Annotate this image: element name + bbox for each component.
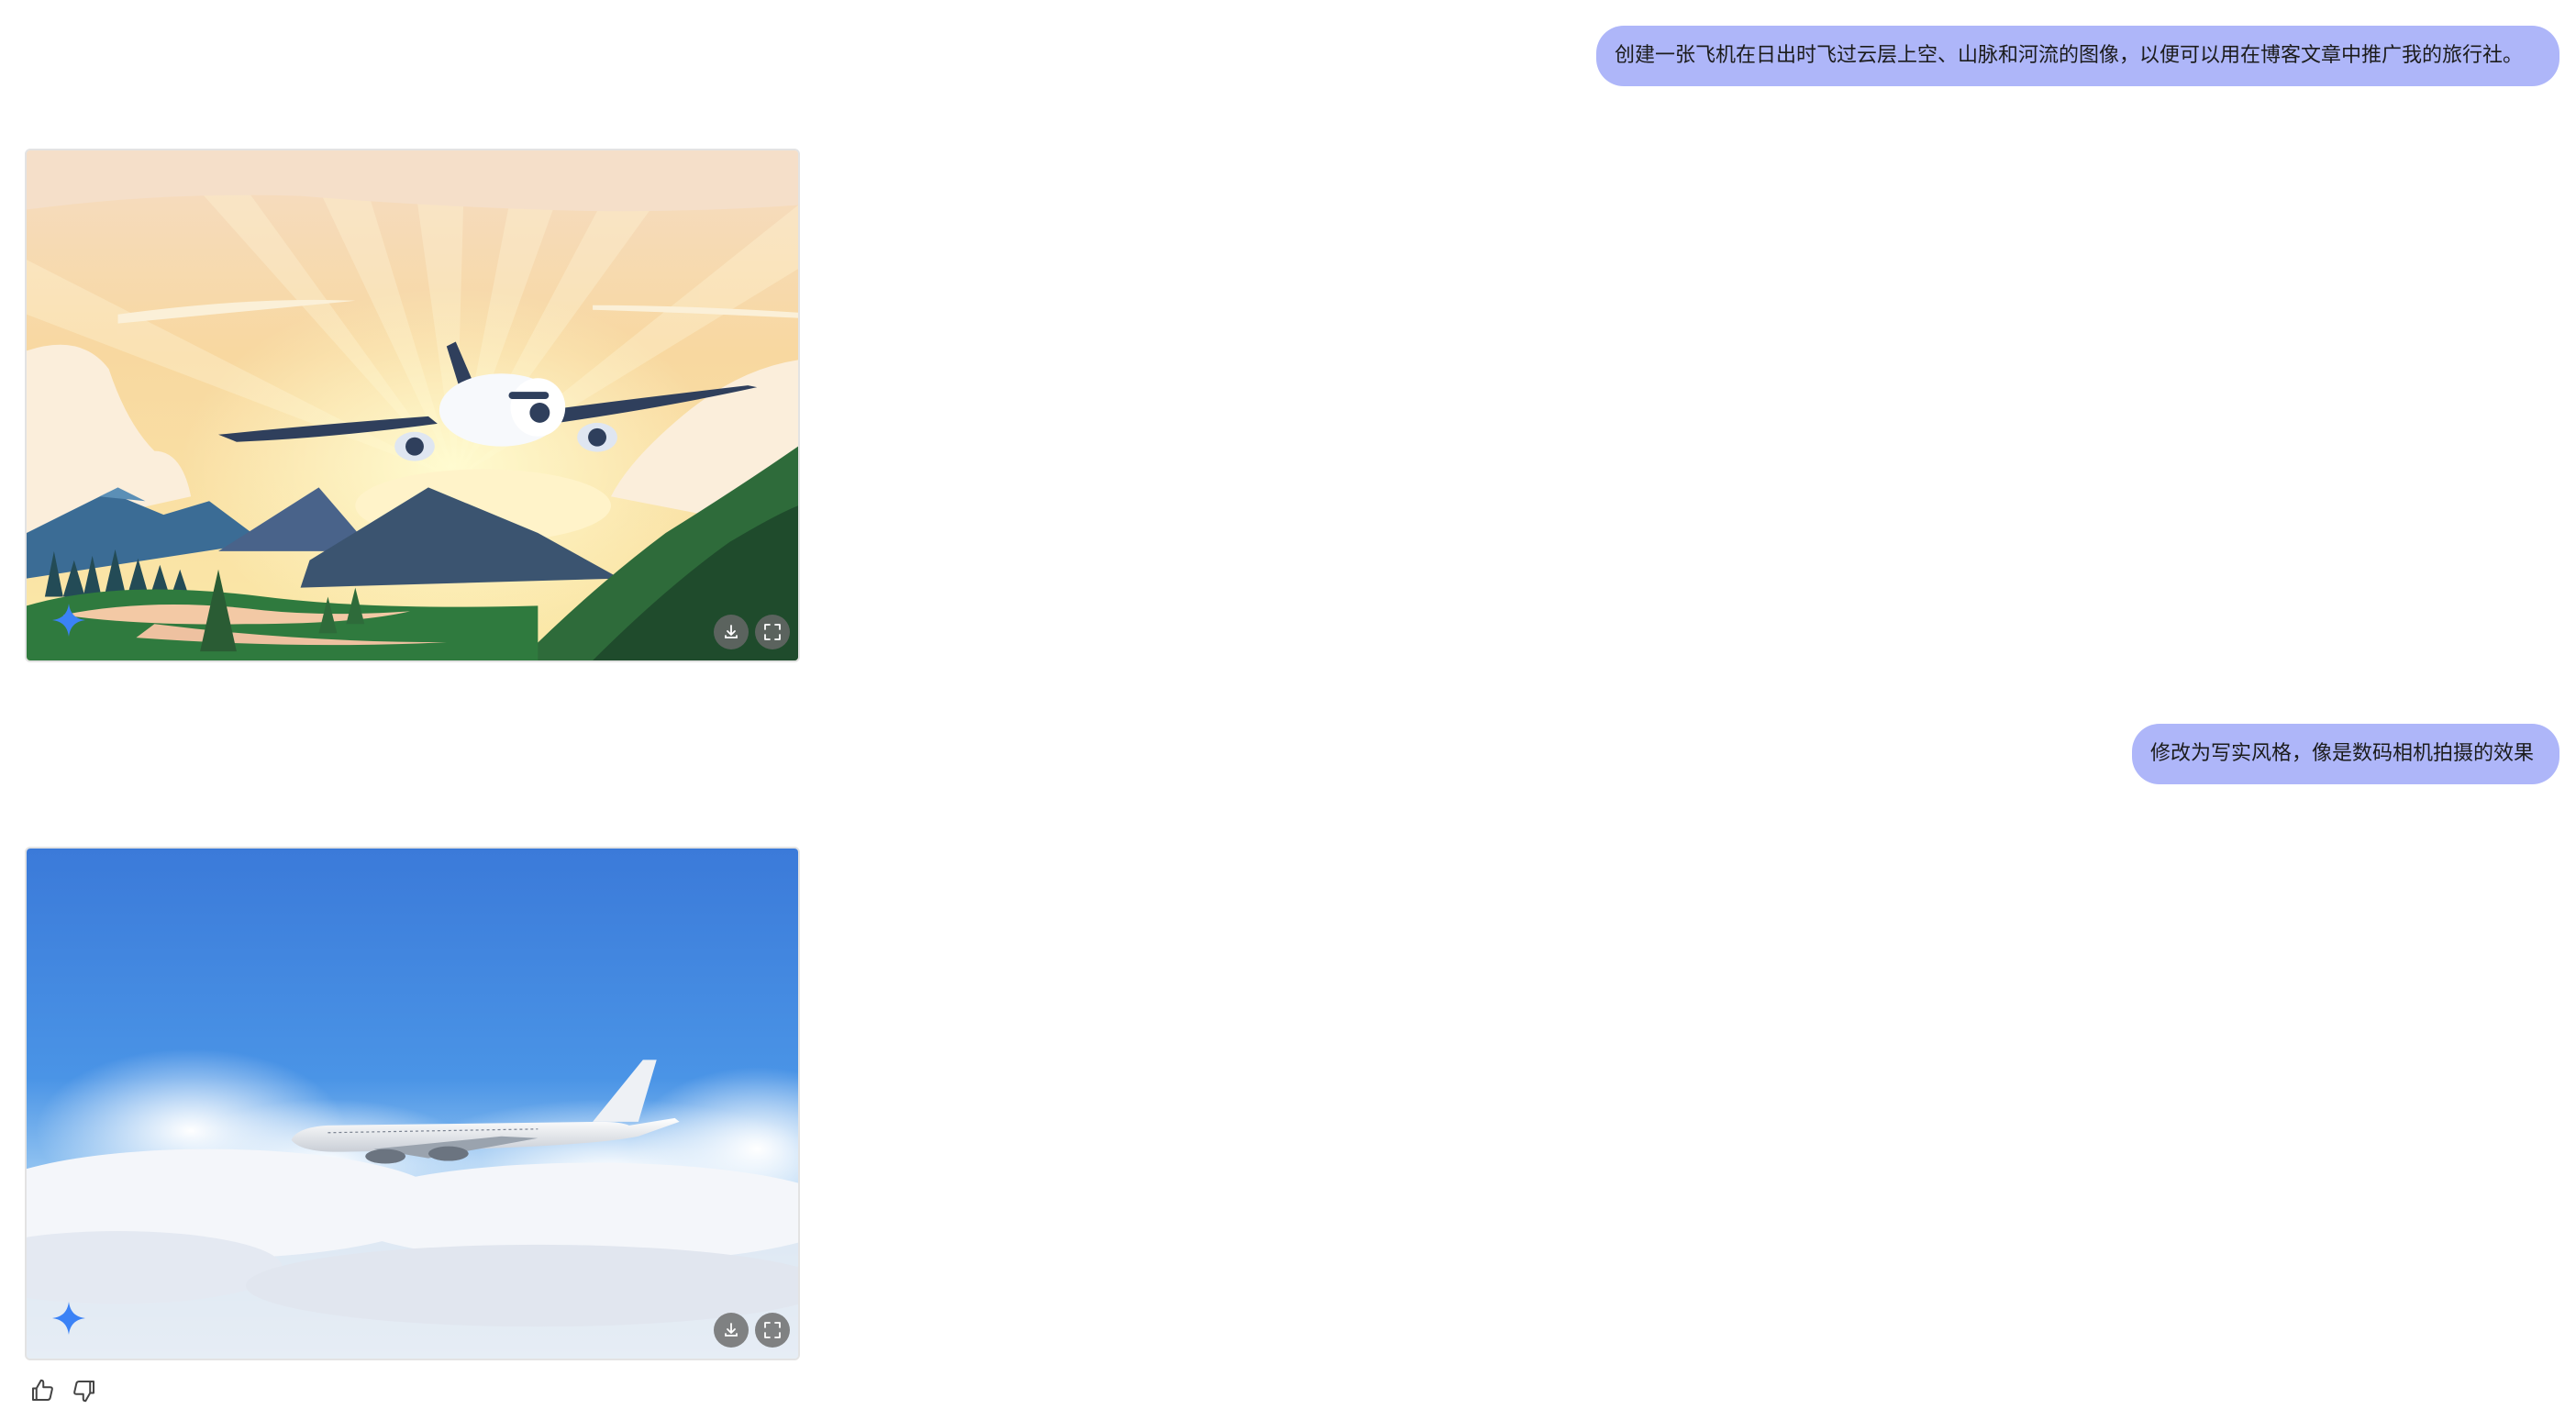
- fullscreen-icon: [764, 1322, 781, 1338]
- fullscreen-icon: [764, 624, 781, 640]
- feedback-bar: [28, 1376, 99, 1405]
- chat-page: 创建一张飞机在日出时飞过云层上空、山脉和河流的图像，以便可以用在博客文章中推广我…: [0, 0, 2576, 1409]
- dislike-button[interactable]: [70, 1376, 99, 1405]
- sparkle-icon: [52, 604, 85, 637]
- generated-image-illustrated[interactable]: [25, 149, 800, 662]
- user-message-bubble: 创建一张飞机在日出时飞过云层上空、山脉和河流的图像，以便可以用在博客文章中推广我…: [1596, 26, 2559, 87]
- fullscreen-button[interactable]: [755, 615, 790, 649]
- user-message-bubble: 修改为写实风格，像是数码相机拍摄的效果: [2132, 724, 2559, 785]
- fullscreen-button[interactable]: [755, 1313, 790, 1348]
- thumbs-down-icon: [73, 1381, 94, 1403]
- download-icon: [725, 625, 738, 638]
- download-button[interactable]: [714, 615, 749, 649]
- illustration-scene: [27, 150, 798, 660]
- user-message-text: 创建一张飞机在日出时飞过云层上空、山脉和河流的图像，以便可以用在博客文章中推广我…: [1615, 44, 2524, 67]
- generated-image-photorealistic[interactable]: [25, 847, 800, 1360]
- like-button[interactable]: [28, 1376, 57, 1405]
- download-icon: [725, 1323, 738, 1337]
- user-message-text: 修改为写实风格，像是数码相机拍摄的效果: [2150, 742, 2535, 765]
- download-button[interactable]: [714, 1313, 749, 1348]
- photo-scene: [27, 849, 798, 1359]
- sparkle-icon: [52, 1302, 85, 1335]
- thumbs-up-icon: [32, 1379, 53, 1401]
